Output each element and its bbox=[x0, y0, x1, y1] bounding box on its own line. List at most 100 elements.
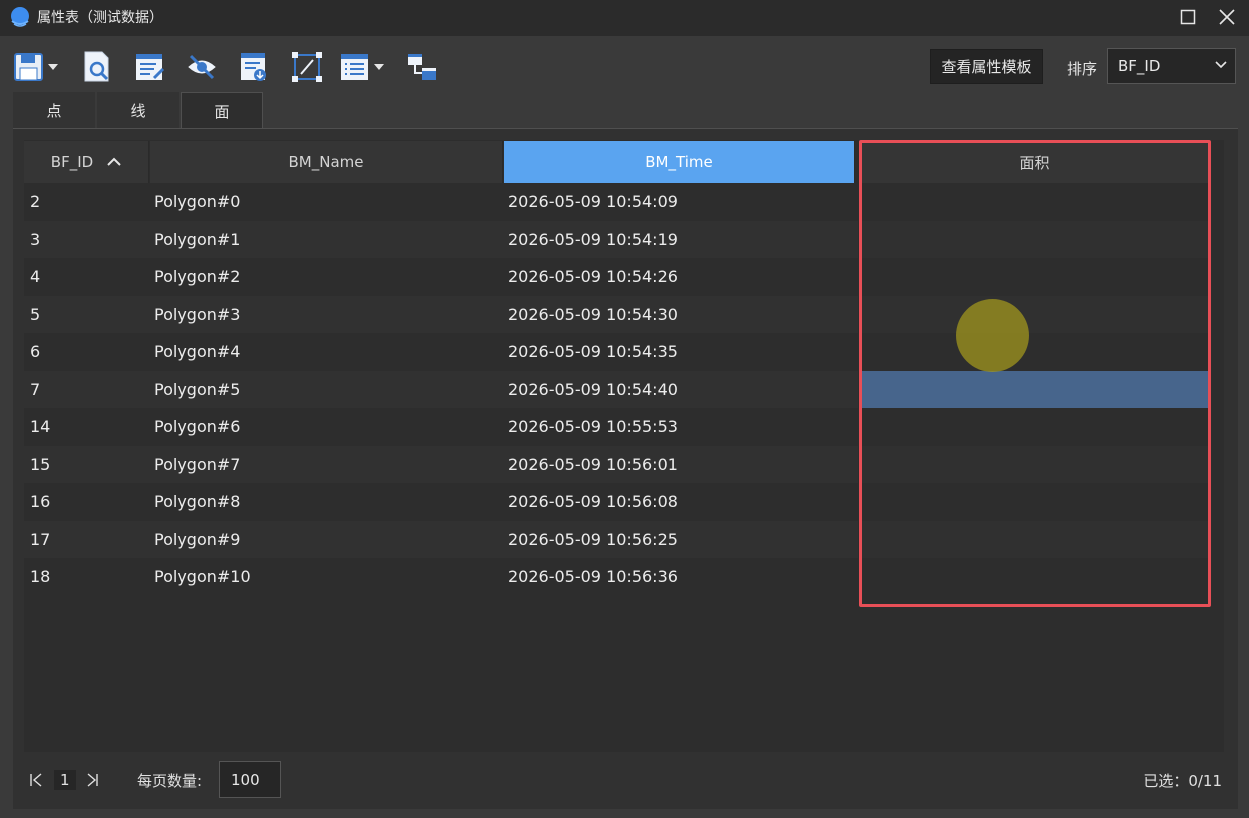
next-page-button[interactable] bbox=[84, 762, 100, 798]
cell-area[interactable] bbox=[860, 296, 1210, 333]
cell-bm-name: Polygon#8 bbox=[154, 492, 241, 511]
cell-bm-time: 2026-05-09 10:56:36 bbox=[508, 567, 678, 586]
cell-area[interactable] bbox=[860, 333, 1210, 370]
chevron-down-icon bbox=[374, 64, 384, 70]
hide-icon bbox=[188, 54, 216, 80]
column-header-bm-time[interactable]: BM_Time bbox=[504, 141, 855, 183]
cell-bm-time: 2026-05-09 10:56:08 bbox=[508, 492, 678, 511]
current-page: 1 bbox=[54, 770, 76, 790]
sort-select[interactable]: BF_ID bbox=[1107, 48, 1236, 84]
column-header-label: BM_Name bbox=[288, 153, 364, 171]
cell-bm-time: 2026-05-09 10:56:25 bbox=[508, 530, 678, 549]
cell-bm-name: Polygon#10 bbox=[154, 567, 251, 586]
window-title: 属性表（测试数据） bbox=[37, 10, 163, 26]
zoom-extent-button[interactable] bbox=[291, 50, 323, 84]
tab-point[interactable]: 点 bbox=[13, 92, 95, 128]
edit-button[interactable] bbox=[134, 50, 166, 84]
link-button[interactable] bbox=[406, 50, 438, 84]
cell-bm-time: 2026-05-09 10:54:26 bbox=[508, 267, 678, 286]
table-row[interactable]: 14 Polygon#6 2026-05-09 10:55:53 bbox=[24, 408, 858, 445]
selected-count: 已选：0/11 bbox=[1143, 771, 1222, 790]
cell-bm-time: 2026-05-09 10:54:19 bbox=[508, 230, 678, 249]
sort-ascending-icon bbox=[107, 157, 121, 166]
list-button[interactable] bbox=[340, 50, 384, 84]
close-button[interactable] bbox=[1213, 4, 1241, 30]
cell-bm-name: Polygon#0 bbox=[154, 192, 241, 211]
cell-bm-time: 2026-05-09 10:54:09 bbox=[508, 192, 678, 211]
cell-bf-id: 17 bbox=[30, 530, 51, 549]
table-row[interactable]: 7 Polygon#5 2026-05-09 10:54:40 bbox=[24, 371, 858, 408]
cell-bm-time: 2026-05-09 10:55:53 bbox=[508, 417, 678, 436]
page-size-input[interactable]: 100 bbox=[219, 761, 281, 798]
app-logo-icon bbox=[11, 7, 29, 27]
cell-bf-id: 14 bbox=[30, 417, 51, 436]
cell-bf-id: 5 bbox=[30, 305, 41, 324]
edit-icon bbox=[136, 54, 165, 80]
cell-bm-name: Polygon#6 bbox=[154, 417, 241, 436]
cell-bm-name: Polygon#9 bbox=[154, 530, 241, 549]
link-icon bbox=[408, 54, 436, 80]
cell-area[interactable] bbox=[860, 483, 1210, 520]
column-header-label: 面积 bbox=[1019, 153, 1050, 172]
table-row[interactable]: 17 Polygon#9 2026-05-09 10:56:25 bbox=[24, 521, 858, 558]
save-icon bbox=[14, 53, 43, 81]
cell-area[interactable] bbox=[860, 258, 1210, 295]
cell-bm-time: 2026-05-09 10:54:35 bbox=[508, 342, 678, 361]
cell-bf-id: 16 bbox=[30, 492, 51, 511]
cell-bm-time: 2026-05-09 10:56:01 bbox=[508, 455, 678, 474]
page-number: 1 bbox=[54, 762, 76, 798]
column-header-bf-id[interactable]: BF_ID bbox=[24, 141, 149, 183]
list-icon bbox=[341, 54, 368, 80]
first-page-icon bbox=[30, 773, 42, 787]
query-button[interactable] bbox=[82, 50, 112, 84]
column-header-bm-name[interactable]: BM_Name bbox=[150, 141, 503, 183]
cell-area[interactable] bbox=[860, 521, 1210, 558]
cell-area[interactable] bbox=[860, 446, 1210, 483]
page-size-label: 每页数量: bbox=[137, 771, 203, 790]
cell-bm-name: Polygon#5 bbox=[154, 380, 241, 399]
cell-bm-name: Polygon#7 bbox=[154, 455, 241, 474]
cell-bf-id: 15 bbox=[30, 455, 51, 474]
cell-bm-name: Polygon#3 bbox=[154, 305, 241, 324]
sort-label: 排序 bbox=[1067, 60, 1098, 78]
close-icon bbox=[1219, 9, 1235, 25]
zoom-extent-icon bbox=[292, 52, 322, 82]
cell-bf-id: 7 bbox=[30, 380, 41, 399]
maximize-button[interactable] bbox=[1174, 4, 1202, 30]
cell-area[interactable] bbox=[860, 408, 1210, 445]
cell-area[interactable] bbox=[860, 183, 1210, 220]
table-row[interactable]: 16 Polygon#8 2026-05-09 10:56:08 bbox=[24, 483, 858, 520]
table-row[interactable]: 5 Polygon#3 2026-05-09 10:54:30 bbox=[24, 296, 858, 333]
cell-bm-name: Polygon#1 bbox=[154, 230, 241, 249]
cell-bf-id: 2 bbox=[30, 192, 41, 211]
table-row[interactable]: 4 Polygon#2 2026-05-09 10:54:26 bbox=[24, 258, 858, 295]
table-row[interactable]: 3 Polygon#1 2026-05-09 10:54:19 bbox=[24, 221, 858, 258]
cell-area[interactable] bbox=[860, 221, 1210, 258]
cell-bf-id: 6 bbox=[30, 342, 41, 361]
tab-polygon[interactable]: 面 bbox=[181, 92, 263, 129]
cell-bm-time: 2026-05-09 10:54:30 bbox=[508, 305, 678, 324]
cell-bm-name: Polygon#4 bbox=[154, 342, 241, 361]
column-header-area[interactable]: 面积 bbox=[859, 141, 1211, 183]
view-attribute-template-button[interactable]: 查看属性模板 bbox=[930, 49, 1043, 84]
cell-bf-id: 18 bbox=[30, 567, 51, 586]
column-header-label: BM_Time bbox=[645, 153, 713, 171]
cell-bm-name: Polygon#2 bbox=[154, 267, 241, 286]
cell-bf-id: 4 bbox=[30, 267, 41, 286]
cell-area[interactable] bbox=[860, 371, 1210, 408]
sort-select-value: BF_ID bbox=[1118, 57, 1161, 75]
table-row[interactable]: 2 Polygon#0 2026-05-09 10:54:09 bbox=[24, 183, 858, 220]
cell-bf-id: 3 bbox=[30, 230, 41, 249]
import-button[interactable] bbox=[239, 50, 269, 84]
save-button[interactable] bbox=[14, 50, 58, 84]
first-page-button[interactable] bbox=[28, 762, 44, 798]
table-row[interactable]: 15 Polygon#7 2026-05-09 10:56:01 bbox=[24, 446, 858, 483]
hide-button[interactable] bbox=[187, 50, 217, 84]
table-row[interactable]: 6 Polygon#4 2026-05-09 10:54:35 bbox=[24, 333, 858, 370]
cell-bm-time: 2026-05-09 10:54:40 bbox=[508, 380, 678, 399]
title-bar: 属性表（测试数据） bbox=[0, 0, 1249, 36]
cell-area[interactable] bbox=[860, 558, 1210, 595]
query-icon bbox=[84, 51, 109, 82]
tab-line[interactable]: 线 bbox=[97, 92, 179, 128]
table-row[interactable]: 18 Polygon#10 2026-05-09 10:56:36 bbox=[24, 558, 858, 595]
